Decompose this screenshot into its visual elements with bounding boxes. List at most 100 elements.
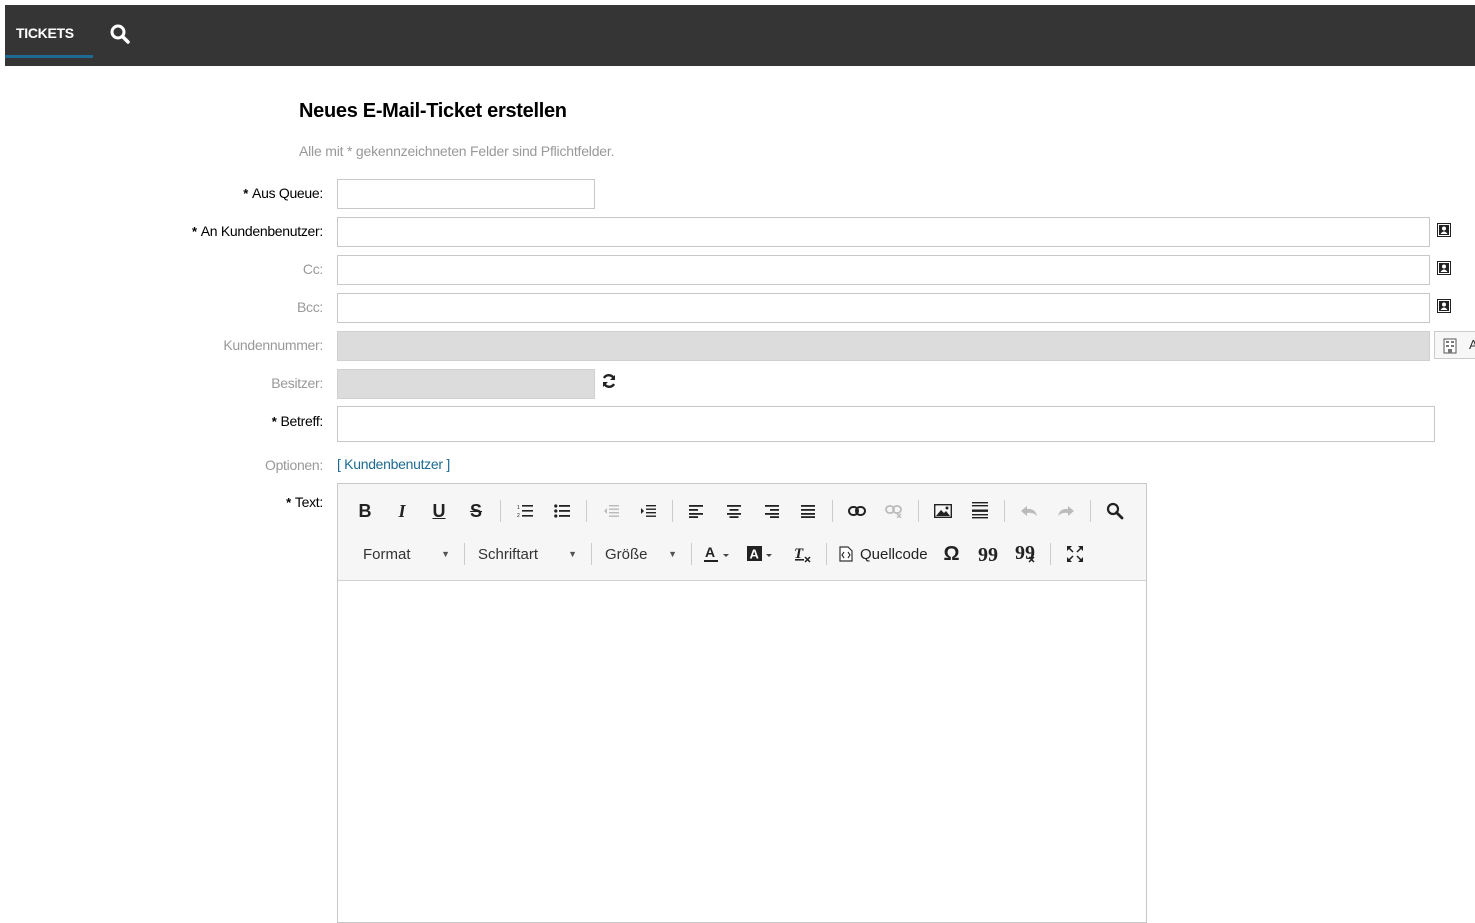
strikethrough-button[interactable]: S [463,498,489,524]
customer-user-label-text: An Kundenbenutzer: [200,223,324,239]
nav-tickets-label: TICKETS [16,25,74,41]
owner-label: Besitzer: [271,375,323,391]
nav-tickets[interactable]: TICKETS [5,5,93,66]
underline-button[interactable]: U [426,498,452,524]
find-icon[interactable] [1102,498,1128,524]
editor-toolbar: B I U S 12 Format ▼ Schriftart ▼ Größe ▼… [338,484,1146,581]
bcc-field[interactable] [337,293,1430,323]
image-icon[interactable] [930,498,956,524]
align-center-icon[interactable] [721,498,747,524]
page-title: Neues E-Mail-Ticket erstellen [299,100,567,122]
format-dropdown-label: Format [363,545,411,563]
unlink-icon[interactable] [881,498,907,524]
address-book-icon[interactable] [1437,261,1452,276]
refresh-icon[interactable] [601,373,617,389]
cc-input[interactable] [338,256,1429,284]
text-label: * Text: [286,494,323,510]
queue-select[interactable] [337,179,595,209]
owner-select [337,369,595,399]
cc-field[interactable] [337,255,1430,285]
align-right-icon[interactable] [758,498,784,524]
toolbar-separator [1090,500,1091,522]
toolbar-separator [500,500,501,522]
align-left-icon[interactable] [684,498,710,524]
link-icon[interactable] [844,498,870,524]
toolbar-separator [826,543,827,565]
bcc-label: Bcc: [296,299,323,315]
font-dropdown[interactable]: Schriftart ▼ [476,541,580,567]
options-label: Optionen: [264,457,323,473]
indent-icon[interactable] [635,498,661,524]
queue-label-text: Aus Queue: [252,185,323,201]
horizontal-line-icon[interactable] [967,498,993,524]
size-dropdown-label: Größe [605,545,648,563]
source-code-button[interactable]: Quellcode [838,541,928,567]
align-justify-icon[interactable] [795,498,821,524]
customer-select-button[interactable]: A [1434,331,1475,359]
editor-content-area[interactable] [338,581,1146,922]
maximize-icon[interactable] [1062,541,1088,567]
remove-format-icon[interactable]: T [789,541,815,567]
numbered-list-icon[interactable]: 12 [512,498,538,524]
required-star: * [243,186,249,201]
format-dropdown[interactable]: Format ▼ [352,541,453,567]
size-dropdown[interactable]: Größe ▼ [603,541,680,567]
building-icon [1443,338,1457,354]
chevron-down-icon: ▼ [441,549,450,559]
svg-text:99: 99 [978,546,998,562]
subject-field[interactable] [337,406,1435,442]
source-code-label: Quellcode [860,545,928,563]
svg-text:1: 1 [517,505,520,511]
rich-text-editor: B I U S 12 Format ▼ Schriftart ▼ Größe ▼… [337,483,1147,923]
queue-label: * Aus Queue: [243,185,323,201]
customer-select-button-label: A [1469,337,1475,352]
italic-button[interactable]: I [389,498,415,524]
nav-active-indicator [5,55,93,58]
required-hint: Alle mit * gekennzeichneten Felder sind … [299,143,615,159]
text-color-icon[interactable]: A [703,541,735,567]
subject-label: * Betreff: [271,413,324,429]
toolbar-separator [918,500,919,522]
address-book-icon[interactable] [1437,223,1452,238]
required-star: * [271,414,277,429]
remove-blockquote-icon[interactable]: 99 [1013,541,1039,567]
bcc-input[interactable] [338,294,1429,322]
subject-label-text: Betreff: [280,413,324,429]
cc-label: Cc: [302,261,323,277]
font-dropdown-label: Schriftart [478,545,539,563]
required-star: * [286,495,291,510]
options-customer-user-link[interactable]: [ Kundenbenutzer ] [337,456,450,472]
blockquote-icon[interactable]: 99 [976,541,1002,567]
special-character-icon[interactable]: Ω [939,541,965,567]
bullet-list-icon[interactable] [549,498,575,524]
top-nav-bar: TICKETS [5,5,1475,66]
address-book-icon[interactable] [1437,299,1452,314]
toolbar-separator [591,543,592,565]
subject-input[interactable] [338,407,1434,441]
chevron-down-icon: ▼ [568,549,577,559]
customer-user-input[interactable] [338,218,1429,246]
redo-icon[interactable] [1053,498,1079,524]
source-code-icon [839,546,853,562]
customer-user-label: * An Kundenbenutzer: [192,223,323,239]
customer-user-field[interactable] [337,217,1430,247]
outdent-icon[interactable] [598,498,624,524]
toolbar-separator [586,500,587,522]
toolbar-separator [691,543,692,565]
toolbar-separator [1004,500,1005,522]
editor-toolbar-row-2: Format ▼ Schriftart ▼ Größe ▼ A A T Quel… [352,539,1099,569]
undo-icon[interactable] [1016,498,1042,524]
toolbar-separator [464,543,465,565]
editor-toolbar-row-1: B I U S 12 [352,496,1139,526]
search-icon[interactable] [109,23,133,47]
queue-input[interactable] [338,180,594,208]
bold-button[interactable]: B [352,498,378,524]
chevron-down-icon: ▼ [668,549,677,559]
text-label-text: Text: [294,494,323,510]
customer-number-label: Kundennummer: [223,337,323,353]
background-color-icon[interactable]: A [746,541,778,567]
toolbar-separator [1049,543,1051,565]
svg-text:A: A [705,545,715,560]
toolbar-separator [832,500,833,522]
svg-text:2: 2 [517,513,520,518]
